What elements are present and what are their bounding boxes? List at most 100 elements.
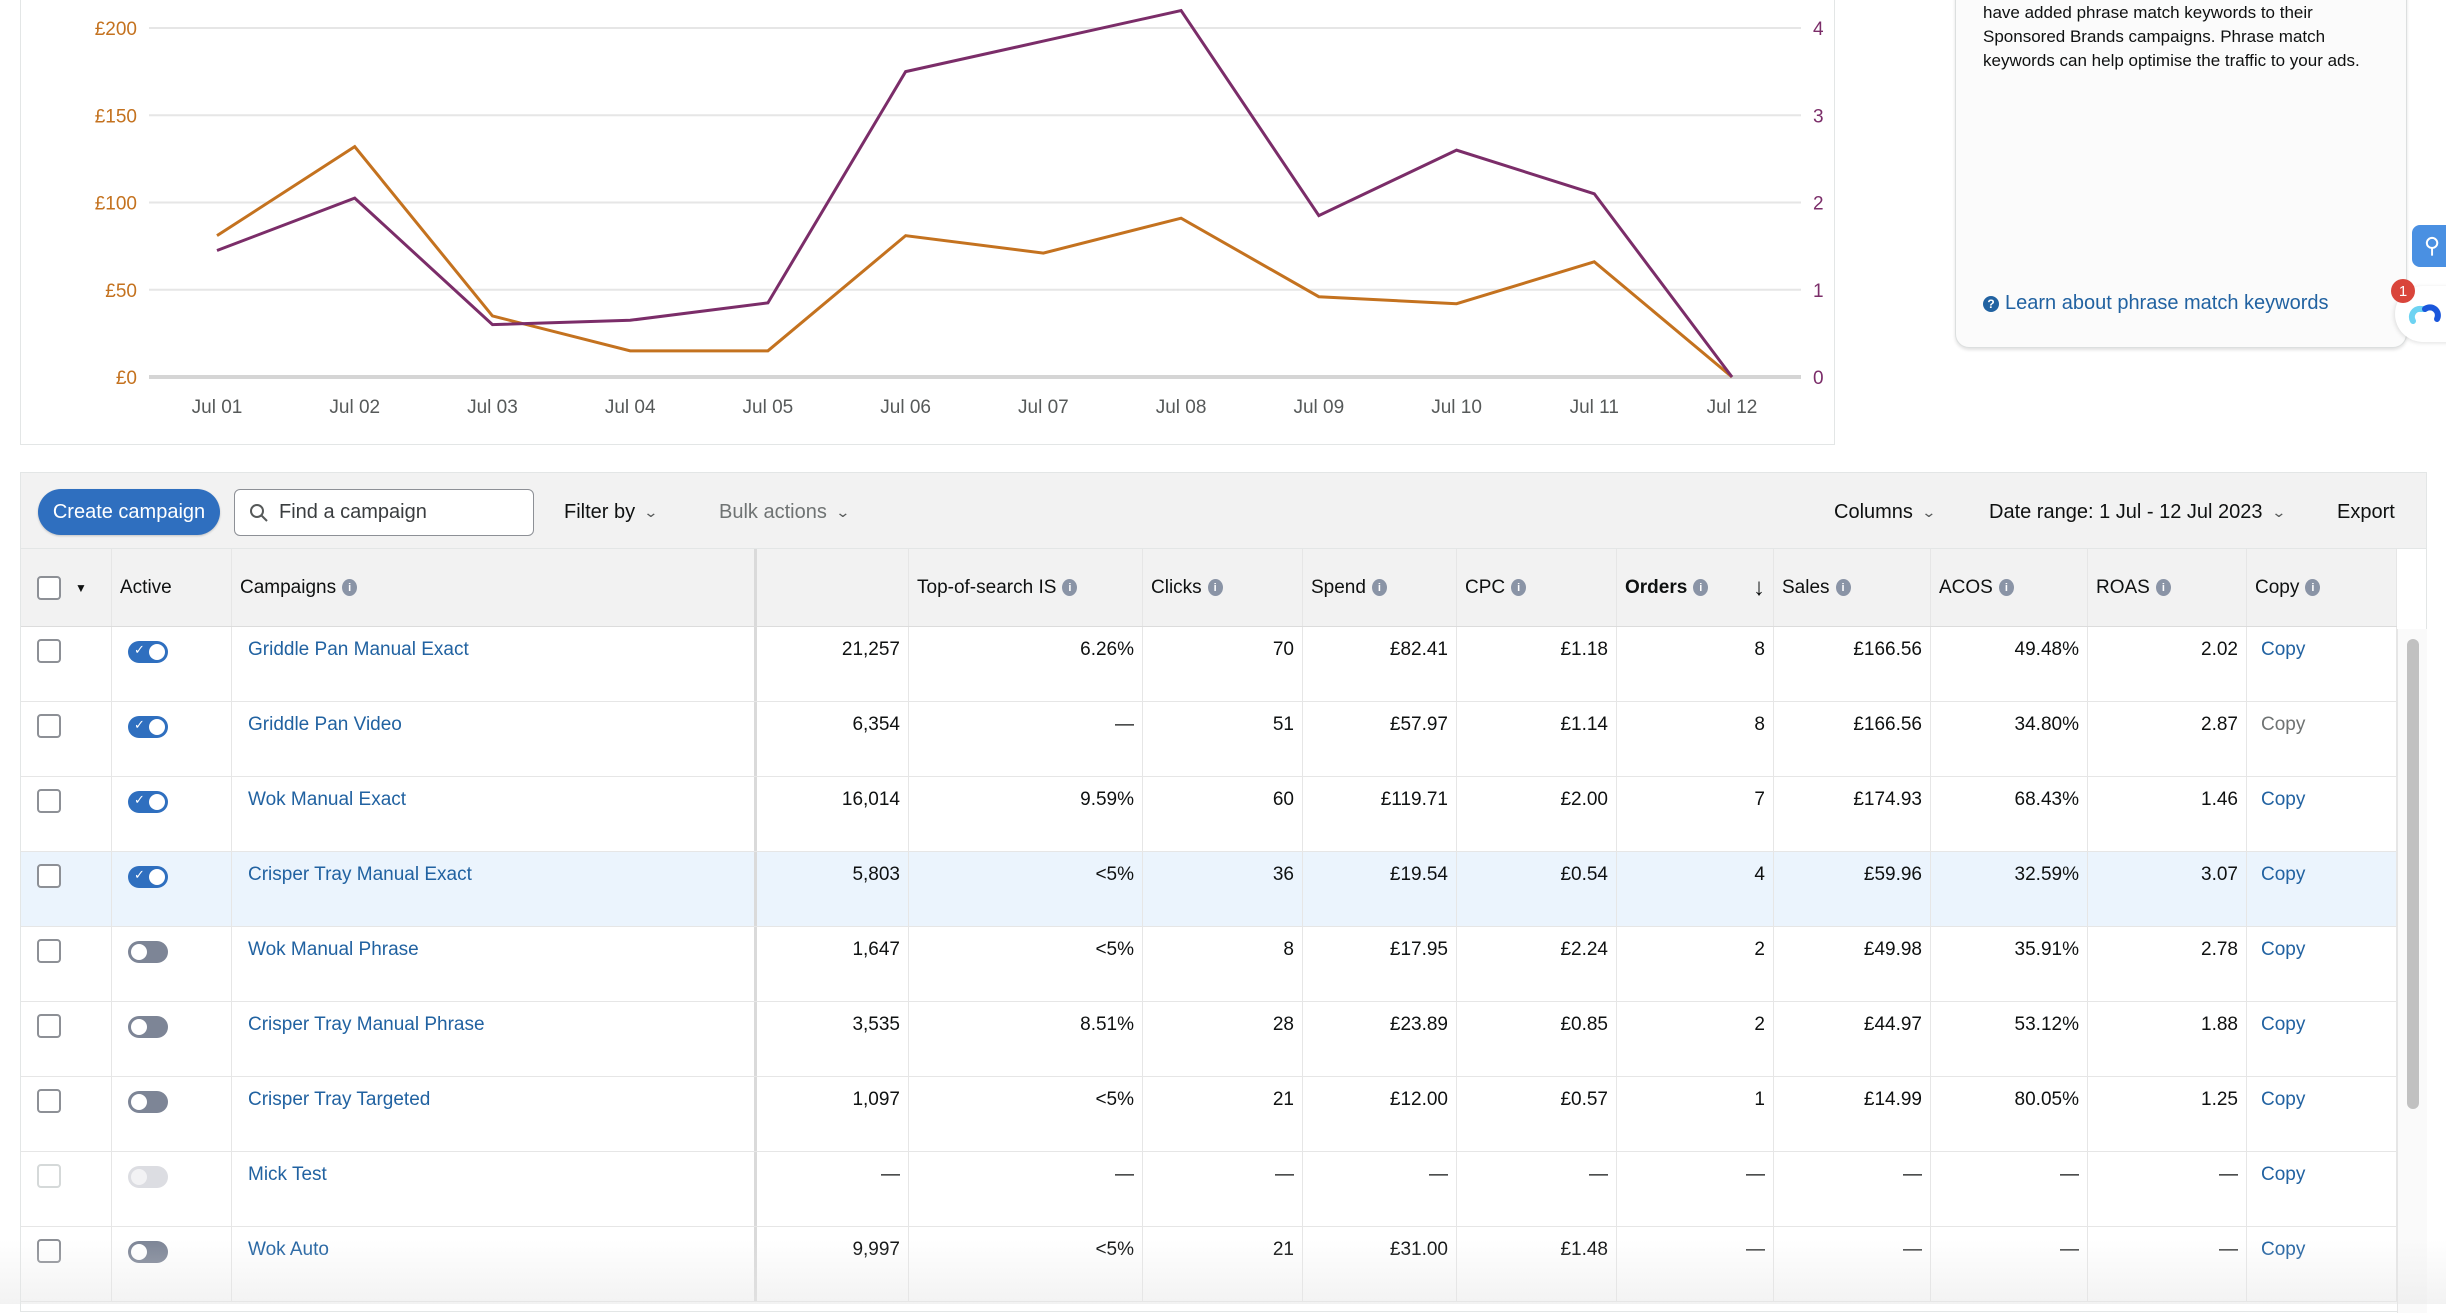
copy-campaign-link[interactable]: Copy — [2261, 1014, 2305, 1035]
cell-clicks: 36 — [1143, 852, 1303, 926]
row-checkbox[interactable] — [37, 939, 61, 963]
active-toggle[interactable] — [128, 1016, 168, 1038]
export-label: Export — [2337, 501, 2395, 524]
info-icon[interactable]: i — [1372, 579, 1387, 596]
header-sales[interactable]: Salesi — [1774, 549, 1931, 626]
chevron-down-icon: ⌄ — [835, 504, 850, 521]
campaign-name-link[interactable]: Griddle Pan Video — [248, 714, 402, 735]
active-toggle[interactable]: ✓ — [128, 641, 168, 663]
active-toggle[interactable] — [128, 1091, 168, 1113]
active-toggle[interactable]: ✓ — [128, 866, 168, 888]
campaign-name-link[interactable]: Wok Auto — [248, 1239, 329, 1260]
header-spend[interactable]: Spendi — [1303, 549, 1457, 626]
row-checkbox[interactable] — [37, 714, 61, 738]
x-axis-tick-label: Jul 01 — [192, 397, 243, 418]
copy-campaign-link[interactable]: Copy — [2261, 1089, 2305, 1110]
create-campaign-button[interactable]: Create campaign — [38, 489, 220, 535]
header-campaigns[interactable]: Campaignsi — [232, 549, 757, 626]
cell-impressions: 16,014 — [757, 777, 909, 851]
left-axis-tick-label: £50 — [105, 281, 137, 302]
cell-cpc: £0.85 — [1457, 1002, 1617, 1076]
right-axis-tick-label: 1 — [1813, 281, 1824, 302]
row-copy-cell: Copy — [2247, 702, 2397, 776]
row-copy-cell: Copy — [2247, 1077, 2397, 1151]
info-icon[interactable]: i — [1208, 579, 1223, 596]
table-scrollbar[interactable] — [2397, 629, 2427, 1313]
header-orders[interactable]: Ordersi↓ — [1617, 549, 1774, 626]
row-checkbox[interactable] — [37, 639, 61, 663]
active-toggle[interactable] — [128, 941, 168, 963]
row-checkbox[interactable] — [37, 1089, 61, 1113]
campaign-name-link[interactable]: Wok Manual Exact — [248, 789, 406, 810]
copy-campaign-link[interactable]: Copy — [2261, 1239, 2305, 1260]
cell-cpc: £2.24 — [1457, 927, 1617, 1001]
info-icon[interactable]: i — [2305, 579, 2320, 596]
active-toggle[interactable] — [128, 1166, 168, 1188]
row-copy-cell: Copy — [2247, 1152, 2397, 1226]
cell-tos: <5% — [909, 1077, 1143, 1151]
campaign-name-link[interactable]: Griddle Pan Manual Exact — [248, 639, 469, 660]
header-top-of-search[interactable]: Top-of-search ISi — [909, 549, 1143, 626]
row-checkbox[interactable] — [37, 1239, 61, 1263]
row-select-cell — [21, 702, 112, 776]
header-roas[interactable]: ROASi — [2088, 549, 2247, 626]
copy-campaign-link[interactable]: Copy — [2261, 1164, 2305, 1185]
copy-campaign-link[interactable]: Copy — [2261, 639, 2305, 660]
phrase-match-info-card: have added phrase match keywords to thei… — [1955, 0, 2407, 348]
filter-by-dropdown[interactable]: Filter by ⌄ — [564, 489, 657, 535]
info-icon[interactable]: i — [1062, 579, 1077, 596]
row-checkbox[interactable] — [37, 1164, 61, 1188]
info-icon[interactable]: i — [342, 579, 357, 596]
header-impressions[interactable] — [757, 549, 909, 626]
info-icon[interactable]: i — [1999, 579, 2014, 596]
cell-spend: £19.54 — [1303, 852, 1457, 926]
copy-campaign-link[interactable]: Copy — [2261, 789, 2305, 810]
campaign-name-link[interactable]: Crisper Tray Manual Exact — [248, 864, 472, 885]
right-axis-tick-label: 2 — [1813, 194, 1824, 215]
row-active-cell — [112, 927, 232, 1001]
caret-down-icon[interactable]: ▼ — [75, 581, 87, 595]
cell-orders: 2 — [1617, 927, 1774, 1001]
cell-acos: 34.80% — [1931, 702, 2088, 776]
cell-sales: £59.96 — [1774, 852, 1931, 926]
sort-descending-icon[interactable]: ↓ — [1753, 574, 1765, 602]
cell-roas: 2.02 — [2088, 627, 2247, 701]
active-toggle[interactable] — [128, 1241, 168, 1263]
header-active[interactable]: Active — [112, 549, 232, 626]
bulk-actions-dropdown[interactable]: Bulk actions ⌄ — [719, 489, 849, 535]
learn-phrase-match-link[interactable]: ? Learn about phrase match keywords — [1983, 292, 2329, 315]
row-checkbox[interactable] — [37, 1014, 61, 1038]
copy-campaign-link[interactable]: Copy — [2261, 939, 2305, 960]
series-line-orders — [217, 11, 1732, 377]
find-campaign-input[interactable] — [279, 501, 519, 524]
cell-acos: 32.59% — [1931, 852, 2088, 926]
cell-impressions: 1,647 — [757, 927, 909, 1001]
campaign-name-link[interactable]: Crisper Tray Manual Phrase — [248, 1014, 485, 1035]
select-all-checkbox[interactable] — [37, 576, 61, 600]
copy-campaign-link[interactable]: Copy — [2261, 864, 2305, 885]
scrollbar-thumb[interactable] — [2407, 639, 2419, 1109]
info-icon[interactable]: i — [1511, 579, 1526, 596]
x-axis-tick-label: Jul 05 — [743, 397, 794, 418]
info-icon[interactable]: i — [2156, 579, 2171, 596]
campaign-name-link[interactable]: Wok Manual Phrase — [248, 939, 419, 960]
export-button[interactable]: Export — [2337, 489, 2395, 535]
row-checkbox[interactable] — [37, 789, 61, 813]
date-range-dropdown[interactable]: Date range: 1 Jul - 12 Jul 2023 ⌄ — [1989, 489, 2284, 535]
header-acos[interactable]: ACOSi — [1931, 549, 2088, 626]
header-clicks[interactable]: Clicksi — [1143, 549, 1303, 626]
user-search-extension-button[interactable]: ⚲ — [2412, 225, 2446, 267]
header-cpc[interactable]: CPCi — [1457, 549, 1617, 626]
active-toggle[interactable]: ✓ — [128, 716, 168, 738]
cell-spend: £23.89 — [1303, 1002, 1457, 1076]
row-checkbox[interactable] — [37, 864, 61, 888]
active-toggle[interactable]: ✓ — [128, 791, 168, 813]
campaign-name-link[interactable]: Mick Test — [248, 1164, 327, 1185]
campaign-name-link[interactable]: Crisper Tray Targeted — [248, 1089, 430, 1110]
copy-campaign-link[interactable]: Copy — [2261, 714, 2305, 735]
info-icon[interactable]: i — [1693, 579, 1708, 596]
info-icon[interactable]: i — [1836, 579, 1851, 596]
find-campaign-search[interactable] — [234, 489, 534, 536]
columns-dropdown[interactable]: Columns ⌄ — [1834, 489, 1935, 535]
cell-acos: 35.91% — [1931, 927, 2088, 1001]
